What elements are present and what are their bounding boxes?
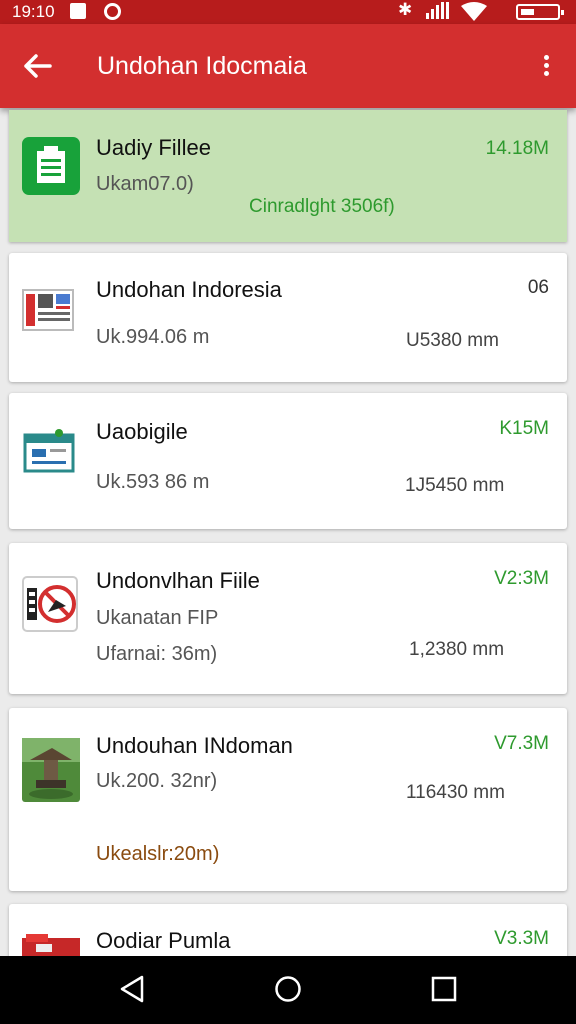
item-size: V7.3M [494,733,549,754]
navigation-bar [0,956,576,1024]
page-title: Undohan Idocmaia [97,52,307,80]
landscape-thumbnail-icon [22,738,80,802]
back-arrow-icon[interactable] [22,50,54,82]
nav-back-icon[interactable] [118,974,146,1004]
item-detail-2: Ufarnai: 36m) [96,643,218,665]
item-name: Undohan Indoresia [96,277,282,302]
nav-recents-icon[interactable] [430,974,458,1004]
bluetooth-icon: ✱ [398,0,413,19]
item-meta: 1J5450 mm [405,475,505,496]
document-card-icon [23,429,75,473]
item-detail-2: Ukealslr:20m) [96,843,220,865]
item-meta: 116430 mm [406,782,505,803]
item-detail: Uk.994.06 m [96,326,210,348]
wifi-icon [461,2,487,21]
status-bar: 19:10 ✱ [0,0,576,24]
item-name: Undouhan INdoman [96,733,293,758]
signal-icon [426,2,450,19]
item-size: K15M [499,418,549,439]
item-size: 14.18M [485,138,549,159]
list-item[interactable]: Uaobigile Uk.593 86 m 1J5450 mm K15M [9,393,567,529]
notification-icon [70,3,86,19]
item-name: Undonvlhan Fiile [96,568,260,593]
item-size: V2:3M [494,568,549,589]
list-item[interactable]: Uadiy Fillee Ukam07.0) Cinradlght 3506f)… [9,110,567,242]
status-time: 19:10 [12,2,55,21]
item-name: Uadiy Fillee [96,135,211,160]
list-item[interactable]: Undonvlhan Fiile Ukanatan FIP Ufarnai: 3… [9,543,567,694]
clipboard-icon [22,137,80,195]
item-name: Uaobigile [96,419,188,444]
list-item[interactable]: Oodiar Pumla V3.3M [9,904,567,964]
list-item[interactable]: Undohan Indoresia Uk.994.06 m U5380 mm 0… [9,253,567,382]
item-detail: Ukam07.0) [96,173,194,195]
item-meta: U5380 mm [406,330,499,351]
item-detail: Uk.200. 32nr) [96,770,218,792]
newspaper-icon [22,289,74,331]
item-detail: Uk.593 86 m [96,471,210,493]
item-status: Cinradlght 3506f) [249,196,395,217]
item-size: 06 [527,277,549,298]
item-size: V3.3M [494,928,549,949]
list-item[interactable]: Undouhan INdoman Uk.200. 32nr) Ukealslr:… [9,708,567,891]
item-meta: 1,2380 mm [409,639,505,660]
nav-home-icon[interactable] [274,974,302,1004]
item-detail: Ukanatan FIP [96,607,219,629]
no-photo-icon [22,576,78,632]
battery-icon [516,4,564,20]
app-bar: Undohan Idocmaia [0,24,576,108]
more-vert-icon[interactable] [536,52,556,82]
item-name: Oodiar Pumla [96,928,231,953]
sync-icon [104,3,121,20]
